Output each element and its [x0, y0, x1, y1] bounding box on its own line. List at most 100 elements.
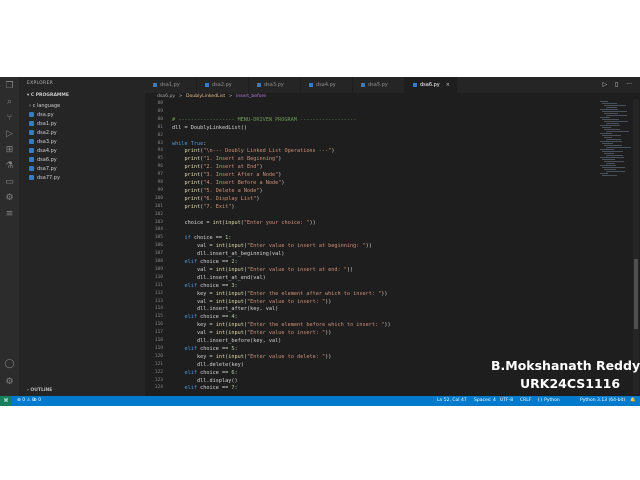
file-item-label: dsa7.py	[37, 166, 57, 172]
tab-dsa5-py[interactable]: dsa5.py	[353, 77, 405, 93]
search-icon[interactable]: ⌕	[4, 97, 15, 108]
code-line[interactable]: elif choice == 7:	[172, 385, 238, 391]
minimap-line	[602, 135, 621, 136]
code-line[interactable]: elif choice == 5:	[172, 346, 238, 352]
encoding[interactable]: UTF-8	[500, 396, 513, 406]
minimap-line	[600, 157, 624, 158]
line-endings[interactable]: CRLF	[520, 396, 531, 406]
code-line[interactable]: val = int(input("Enter value to insert: …	[172, 299, 331, 305]
code-line[interactable]: print("3. Insert After a Node")	[172, 172, 282, 178]
code-line[interactable]: val = int(input("Enter value to insert a…	[172, 243, 372, 249]
editor-scrollbar[interactable]	[633, 99, 639, 394]
tab-dsa1-py[interactable]: dsa1.py	[145, 77, 197, 93]
code-line[interactable]: key = int(input("Enter the element befor…	[172, 322, 391, 328]
file-item-label: c language	[32, 103, 61, 109]
file-item-label: dsa.py	[37, 112, 54, 118]
minimap-line	[602, 143, 613, 144]
code-line[interactable]: val = int(input("Enter value to insert a…	[172, 267, 353, 273]
run-python-icon[interactable]: ▷	[602, 81, 607, 88]
split-editor-icon[interactable]: ▯	[615, 81, 618, 88]
code-line[interactable]: dll.insert_before(key, val)	[172, 338, 281, 344]
minimap-line	[602, 159, 615, 160]
code-line[interactable]: print("4. Insert Before a Node")	[172, 180, 285, 186]
outline-section[interactable]: › OUTLINE	[27, 388, 52, 393]
file-item[interactable]: dsa3.py	[29, 139, 57, 145]
minimap-line	[604, 169, 616, 170]
code-line[interactable]: print("5. Delete a Node")	[172, 188, 263, 194]
code-editor[interactable]: # ------------------ MENU-DRIVEN PROGRAM…	[172, 99, 592, 394]
code-line[interactable]: elif choice == 6:	[172, 370, 238, 376]
vscode-window: ❐ ⌕ ⑂ ▷ ⊞ ⚗ ▭ ⚙ ≡ ◯ ⚙ EXPLORER ▾ C PROGR…	[0, 77, 640, 406]
line-number: 81	[157, 124, 163, 130]
tab-dsa4-py[interactable]: dsa4.py	[301, 77, 353, 93]
code-line[interactable]: elif choice == 2:	[172, 259, 238, 265]
minimap-line	[600, 165, 616, 166]
minimap-line	[600, 133, 612, 134]
settings-gear-icon[interactable]: ⚙	[4, 377, 15, 388]
file-item[interactable]: dsa6.py	[29, 157, 57, 163]
minimap-line	[604, 161, 624, 162]
code-line[interactable]: choice = int(input("Enter your choice: "…	[172, 220, 315, 226]
code-line[interactable]: print("1. Insert at Beginning")	[172, 156, 282, 162]
remote-indicator-icon[interactable]: ⌘	[0, 396, 12, 406]
code-line[interactable]: dll.insert_at_end(val)	[172, 275, 266, 281]
remote-explorer-icon[interactable]: ▭	[4, 177, 15, 188]
language-mode[interactable]: {} Python	[537, 396, 560, 406]
tab-dsa3-py[interactable]: dsa3.py	[249, 77, 301, 93]
code-line[interactable]: # ------------------ MENU-DRIVEN PROGRAM…	[172, 117, 356, 123]
code-line[interactable]: key = int(input("Enter the element after…	[172, 291, 388, 297]
notifications-icon[interactable]: 🔔	[630, 396, 636, 406]
file-item[interactable]: dsa2.py	[29, 130, 57, 136]
code-line[interactable]: print("6. Display List")	[172, 196, 260, 202]
line-number: 82	[157, 132, 163, 138]
minimap[interactable]	[598, 99, 632, 179]
minimap-line	[600, 173, 608, 174]
code-line[interactable]: if choice == 1:	[172, 235, 232, 241]
code-line[interactable]: dll.delete(key)	[172, 362, 244, 368]
tab-dsa2-py[interactable]: dsa2.py	[197, 77, 249, 93]
cursor-position[interactable]: Ln 52, Col 47	[437, 396, 467, 406]
minimap-line	[602, 167, 625, 168]
minimap-line	[604, 113, 618, 114]
code-line[interactable]: val = int(input("Enter value to insert: …	[172, 330, 331, 336]
run-debug-icon[interactable]: ▷	[4, 129, 15, 140]
code-line[interactable]: while True:	[172, 141, 206, 147]
code-line[interactable]: dll = DoublyLinkedList()	[172, 125, 247, 131]
source-control-icon[interactable]: ⑂	[4, 113, 15, 124]
code-line[interactable]: dll.display()	[172, 378, 238, 384]
python-interpreter[interactable]: Python 3.13 (64-bit)	[580, 396, 625, 406]
file-item[interactable]: › c language	[29, 103, 60, 109]
close-tab-icon[interactable]: ×	[446, 82, 450, 88]
code-line[interactable]: elif choice == 3:	[172, 283, 238, 289]
code-line[interactable]: print("2. Insert at End")	[172, 164, 263, 170]
line-number: 88	[157, 101, 163, 106]
file-item[interactable]: dsa7.py	[29, 166, 57, 172]
file-item[interactable]: dsa.py	[29, 112, 54, 118]
extensions-icon[interactable]: ⊞	[4, 145, 15, 156]
testing-icon[interactable]: ⚗	[4, 161, 15, 172]
tab-dsa6-py[interactable]: dsa6.py ×	[405, 77, 457, 93]
code-line[interactable]: dll.insert_after(key, val)	[172, 306, 278, 312]
workspace-root[interactable]: ▾ C PROGRAMME	[27, 93, 69, 98]
indentation[interactable]: Spaces: 4	[474, 396, 496, 406]
files-icon[interactable]: ❐	[4, 81, 15, 92]
line-number: 94	[157, 148, 163, 154]
file-item[interactable]: dsa4.py	[29, 148, 57, 154]
minimap-line	[600, 109, 618, 110]
python-file-icon	[361, 82, 365, 87]
python-icon[interactable]: ⚙	[4, 193, 15, 204]
code-line[interactable]: print("\n--- Doubly Linked List Operatio…	[172, 148, 335, 154]
docs-icon[interactable]: ≡	[4, 209, 15, 220]
more-actions-icon[interactable]: ···	[626, 81, 632, 88]
code-line[interactable]: elif choice == 4:	[172, 314, 238, 320]
code-line[interactable]: dll.insert_at_beginning(val)	[172, 251, 284, 257]
file-item[interactable]: dsa1.py	[29, 121, 57, 127]
code-line[interactable]: key = int(input("Enter value to delete: …	[172, 354, 331, 360]
minimap-line	[602, 103, 617, 104]
code-line[interactable]: print("7. Exit")	[172, 204, 235, 210]
account-icon[interactable]: ◯	[4, 359, 15, 370]
file-item[interactable]: dsa77.py	[29, 175, 60, 181]
python-file-icon	[29, 175, 34, 180]
scrollbar-thumb[interactable]	[634, 259, 638, 329]
ports-count[interactable]: ⊘ 0	[33, 396, 41, 406]
